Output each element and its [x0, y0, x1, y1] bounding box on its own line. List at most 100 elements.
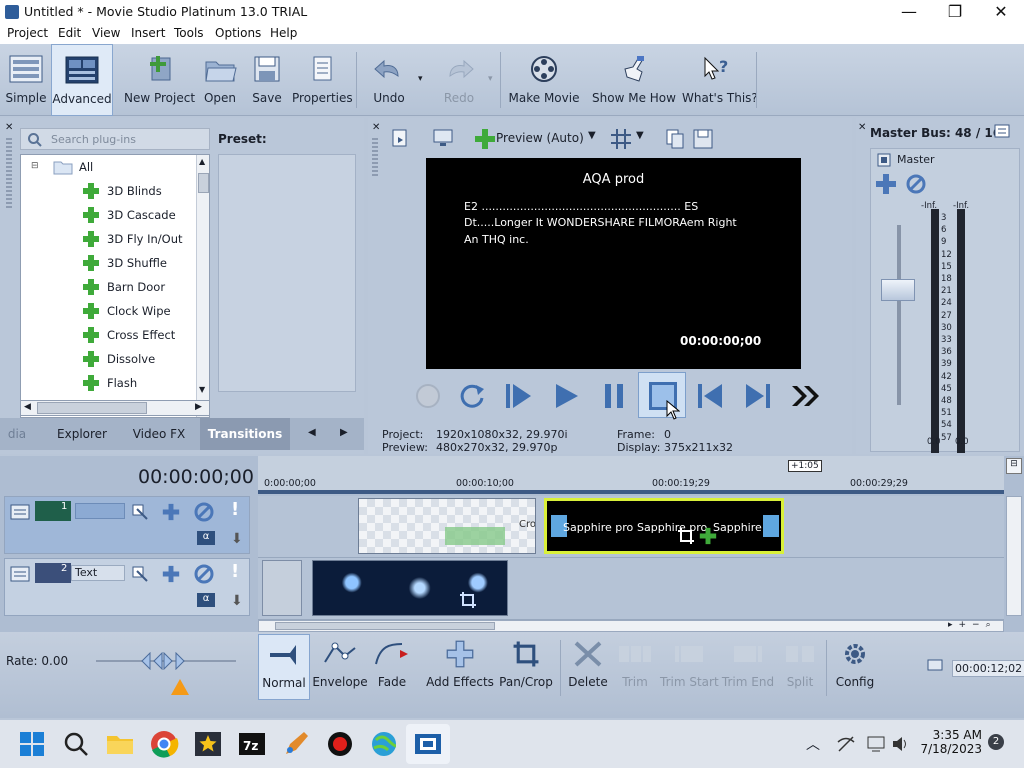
panel-close-icon[interactable]: ✕ [5, 122, 13, 133]
tab-explorer[interactable]: Explorer [40, 418, 124, 450]
scroll-up-icon[interactable]: ▲ [199, 157, 205, 166]
external-monitor-icon[interactable] [432, 128, 454, 148]
play-from-start-icon[interactable] [498, 376, 538, 416]
tree-collapse-icon[interactable]: ⊟ [31, 161, 39, 171]
scroll-thumb[interactable] [37, 402, 147, 414]
mute-icon[interactable] [905, 173, 927, 195]
go-to-start-icon[interactable] [690, 376, 730, 416]
pause-icon[interactable] [594, 376, 634, 416]
volume-icon[interactable] [890, 734, 910, 754]
panel-close-icon[interactable]: ✕ [858, 122, 866, 133]
master-fx-icon[interactable] [875, 173, 897, 195]
split-screen-icon[interactable] [474, 128, 496, 150]
show-me-how-button[interactable]: Show Me How [592, 44, 676, 116]
video-track-lane[interactable]: Cro Sapphire pro Sapphire pro Sapphire [258, 496, 1004, 558]
text-track-header[interactable]: 2 Text ! α ⬇ [4, 558, 250, 616]
track-list-icon[interactable]: ⊟ [1006, 458, 1022, 474]
fade-tool[interactable]: Fade [370, 634, 414, 700]
timeline-vertical-scrollbar[interactable] [1006, 496, 1022, 616]
track-mute-icon[interactable] [193, 501, 215, 523]
rate-marker-icon[interactable] [170, 678, 190, 696]
advanced-button[interactable]: Advanced [51, 44, 113, 116]
tab-scroll-left-icon[interactable]: ◀ [308, 427, 316, 438]
menu-edit[interactable]: Edit [58, 26, 81, 40]
tree-vertical-scrollbar[interactable]: ▲ ▼ [196, 155, 209, 417]
save-snapshot-icon[interactable] [692, 128, 714, 150]
maximize-button[interactable]: ❐ [932, 0, 978, 24]
tree-item-all[interactable]: ⊟ All [21, 155, 196, 179]
master-volume-fader[interactable] [881, 279, 915, 301]
loop-region-marker[interactable]: +1:05 [788, 460, 822, 472]
pan-crop-icon[interactable] [677, 527, 695, 545]
network-icon[interactable] [836, 734, 856, 754]
more-controls-icon[interactable] [786, 376, 826, 416]
track-minimize-icon[interactable] [9, 501, 31, 523]
add-effects-button[interactable]: Add Effects [424, 634, 496, 700]
alpha-compositing-icon[interactable]: α [197, 593, 215, 607]
master-properties-icon[interactable] [877, 153, 891, 167]
rate-slider-icon[interactable] [140, 652, 186, 670]
tree-item-transition[interactable]: 3D Blinds [21, 179, 196, 203]
tree-item-transition[interactable]: Barn Door [21, 275, 196, 299]
compositing-mode-icon[interactable] [131, 503, 151, 521]
chevron-down-icon[interactable]: ▼ [636, 130, 644, 141]
movie-studio-taskbar-icon[interactable] [192, 728, 224, 760]
tree-item-transition[interactable]: Dissolve [21, 347, 196, 371]
timeline-zoom-controls[interactable]: ▸+−⌕ [948, 620, 1022, 632]
close-button[interactable]: ✕ [978, 0, 1024, 24]
tab-scroll-right-icon[interactable]: ▶ [340, 427, 348, 438]
play-icon[interactable] [546, 376, 586, 416]
video-properties-icon[interactable] [390, 128, 410, 148]
pan-crop-icon[interactable] [459, 591, 477, 609]
envelope-tool[interactable]: Envelope [312, 634, 368, 700]
track-fx-icon[interactable] [161, 565, 181, 583]
active-taskbar-slot[interactable] [406, 724, 450, 764]
minimize-button[interactable]: — [886, 0, 932, 24]
paint-app-icon[interactable] [280, 728, 312, 760]
menu-project[interactable]: Project [7, 26, 48, 40]
notification-badge[interactable]: 2 [988, 734, 1004, 750]
text-clip[interactable] [262, 560, 302, 616]
text-track-lane[interactable] [258, 558, 1004, 620]
taskbar-clock[interactable]: 3:35 AM 7/18/2023 [910, 728, 982, 756]
undo-dropdown-icon[interactable]: ▾ [418, 74, 423, 84]
tray-overflow-icon[interactable]: ︿ [806, 734, 820, 754]
panel-grip[interactable] [6, 138, 12, 208]
menu-insert[interactable]: Insert [131, 26, 165, 40]
tree-horizontal-scrollbar[interactable]: ◀ ▶ [20, 400, 210, 416]
video-track-header[interactable]: 1 ! α ⬇ [4, 496, 250, 554]
tab-video-fx[interactable]: Video FX [124, 418, 194, 450]
track-name-field[interactable] [75, 503, 125, 519]
7zip-icon[interactable]: 7z [236, 728, 268, 760]
scroll-thumb[interactable] [198, 173, 209, 193]
chevron-down-icon[interactable]: ▼ [588, 130, 596, 141]
transparent-clip[interactable]: Cro [358, 498, 536, 554]
tree-item-transition[interactable]: Clock Wipe [21, 299, 196, 323]
menu-tools[interactable]: Tools [174, 26, 204, 40]
scroll-thumb[interactable] [275, 622, 495, 630]
menu-help[interactable]: Help [270, 26, 297, 40]
tab-media[interactable]: dia [0, 418, 34, 450]
timeline-horizontal-scrollbar[interactable] [258, 620, 1004, 632]
menu-options[interactable]: Options [215, 26, 261, 40]
preview-screen[interactable]: AQA prod E2 ............................… [426, 158, 801, 369]
go-to-end-icon[interactable] [738, 376, 778, 416]
search-plugins-field[interactable]: Search plug-ins [20, 128, 210, 150]
whats-this-button[interactable]: ? What's This? [682, 44, 758, 116]
clip-fx-icon[interactable] [445, 527, 505, 545]
lightning-clip[interactable] [312, 560, 508, 616]
tree-item-transition[interactable]: 3D Shuffle [21, 251, 196, 275]
open-button[interactable]: Open [200, 44, 240, 116]
compositing-mode-icon[interactable] [131, 565, 151, 583]
tree-item-transition[interactable]: 3D Cascade [21, 203, 196, 227]
save-button[interactable]: Save [248, 44, 286, 116]
scroll-down-icon[interactable]: ▼ [199, 385, 205, 394]
properties-button[interactable]: Properties [292, 44, 353, 116]
scroll-left-icon[interactable]: ◀ [24, 402, 31, 412]
track-fx-icon[interactable] [161, 503, 181, 521]
alpha-compositing-icon[interactable]: α [197, 531, 215, 545]
preview-quality-dropdown[interactable]: Preview (Auto) [496, 131, 584, 145]
clip-event-handle[interactable] [763, 515, 779, 537]
chrome-icon[interactable] [148, 728, 180, 760]
track-mute-icon[interactable] [193, 563, 215, 585]
